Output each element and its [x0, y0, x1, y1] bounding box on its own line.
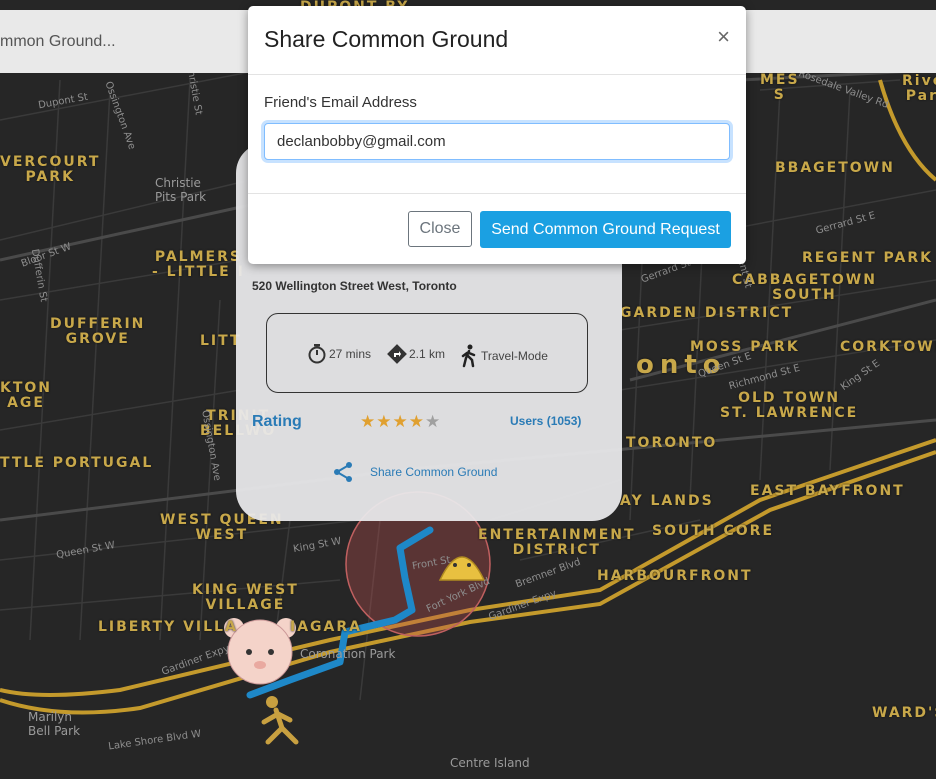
- users-count-link[interactable]: Users (1053): [510, 414, 581, 428]
- map-area-label: KING WEST VILLAGE: [192, 582, 299, 613]
- map-area-label: OLD TOWN ST. LAWRENCE: [720, 390, 859, 421]
- map-area-label: REGENT PARK: [802, 250, 933, 266]
- map-area-label: PALMERS - LITTLE I: [152, 249, 243, 280]
- map-area-label: LIBERTY VILLA: [98, 619, 238, 635]
- search-bar-text[interactable]: mmon Ground...: [0, 33, 116, 51]
- star-icon: ★: [392, 412, 409, 431]
- map-area-label: WARD'S: [872, 705, 936, 721]
- map-area-label: DUFFERIN GROVE: [50, 316, 146, 347]
- rating-label: Rating: [252, 413, 302, 430]
- email-field[interactable]: [264, 123, 730, 160]
- star-icon: ★: [360, 412, 377, 431]
- map-area-label: Christie Pits Park: [155, 176, 207, 204]
- rating-stars: ★★★★★: [360, 412, 441, 432]
- map-area-label: CABBAGETOWN SOUTH: [732, 272, 877, 303]
- map-area-label: TTLE PORTUGAL: [0, 455, 154, 471]
- travel-mode-label: Travel-Mode: [481, 349, 548, 363]
- send-request-button[interactable]: Send Common Ground Request: [480, 211, 731, 248]
- travel-mode-stat[interactable]: Travel-Mode: [459, 344, 548, 368]
- email-label: Friend's Email Address: [264, 94, 417, 111]
- map-area-label: EAST BAYFRONT: [750, 483, 905, 499]
- modal-title: Share Common Ground: [264, 26, 509, 52]
- close-button[interactable]: Close: [408, 211, 472, 247]
- map-area-label: GARDEN DISTRICT: [620, 305, 794, 321]
- map-area-label: ENTERTAINMENT DISTRICT: [478, 527, 636, 558]
- map-area-label: KTON AGE: [0, 380, 53, 411]
- walking-icon: [461, 344, 476, 368]
- modal-footer: Close Send Common Ground Request: [248, 193, 746, 265]
- map-area-label: Centre Island: [450, 756, 530, 770]
- walking-person-icon: [261, 696, 299, 745]
- duration-stat: 27 mins: [307, 344, 371, 364]
- distance-value: 2.1 km: [409, 347, 446, 361]
- map-area-label: SOUTH CORE: [652, 523, 775, 539]
- share-label: Share Common Ground: [370, 465, 498, 479]
- map-area-label: CORKTOWN: [840, 339, 936, 355]
- stopwatch-icon: [308, 344, 326, 364]
- share-modal: Share Common Ground × Friend's Email Add…: [248, 6, 746, 264]
- map-area-label: River Park: [902, 73, 936, 104]
- map-area-label: Marilyn Bell Park: [28, 710, 81, 738]
- map-area-label: AY LANDS: [620, 493, 714, 509]
- map-area-label: VERCOURT PARK: [0, 154, 101, 185]
- map-area-label: MES S: [760, 72, 800, 103]
- star-icon: ★: [425, 412, 442, 431]
- duration-value: 27 mins: [329, 347, 372, 361]
- star-icon: ★: [376, 412, 393, 431]
- share-common-ground-link[interactable]: Share Common Ground: [332, 461, 497, 483]
- map-area-label: HARBOURFRONT: [597, 568, 753, 584]
- modal-header: Share Common Ground ×: [248, 6, 746, 75]
- directions-icon: [387, 344, 407, 364]
- star-icon: ★: [408, 412, 425, 431]
- distance-stat: 2.1 km: [387, 344, 445, 364]
- map-area-label: TORONTO: [626, 435, 718, 451]
- map-area-label: BBAGETOWN: [775, 160, 895, 176]
- map-area-label: IAGARA: [290, 619, 362, 635]
- close-icon[interactable]: ×: [717, 24, 730, 50]
- map-area-label: Coronation Park: [300, 647, 396, 661]
- location-address: 520 Wellington Street West, Toronto: [252, 279, 457, 293]
- share-icon: [334, 462, 352, 482]
- travel-stats: 27 mins 2.1 km Travel-Mode: [266, 313, 588, 393]
